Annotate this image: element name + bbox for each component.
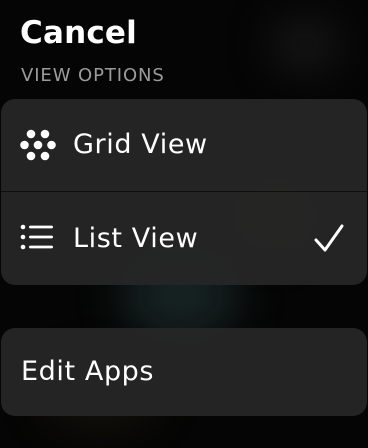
section-header-view-options: VIEW OPTIONS [21, 65, 165, 86]
edit-apps-label: Edit Apps [21, 356, 155, 387]
view-options-group: Grid View List View [1, 99, 367, 285]
grid-icon [20, 129, 56, 161]
background-glow [270, 20, 340, 70]
grid-view-option[interactable]: Grid View [1, 99, 367, 191]
list-view-label: List View [73, 223, 199, 254]
list-view-option[interactable]: List View [1, 192, 367, 285]
checkmark-icon [314, 224, 344, 252]
grid-view-label: Grid View [73, 129, 208, 160]
edit-apps-button[interactable]: Edit Apps [1, 328, 367, 416]
list-icon [20, 224, 53, 250]
cancel-button[interactable]: Cancel [20, 13, 137, 53]
